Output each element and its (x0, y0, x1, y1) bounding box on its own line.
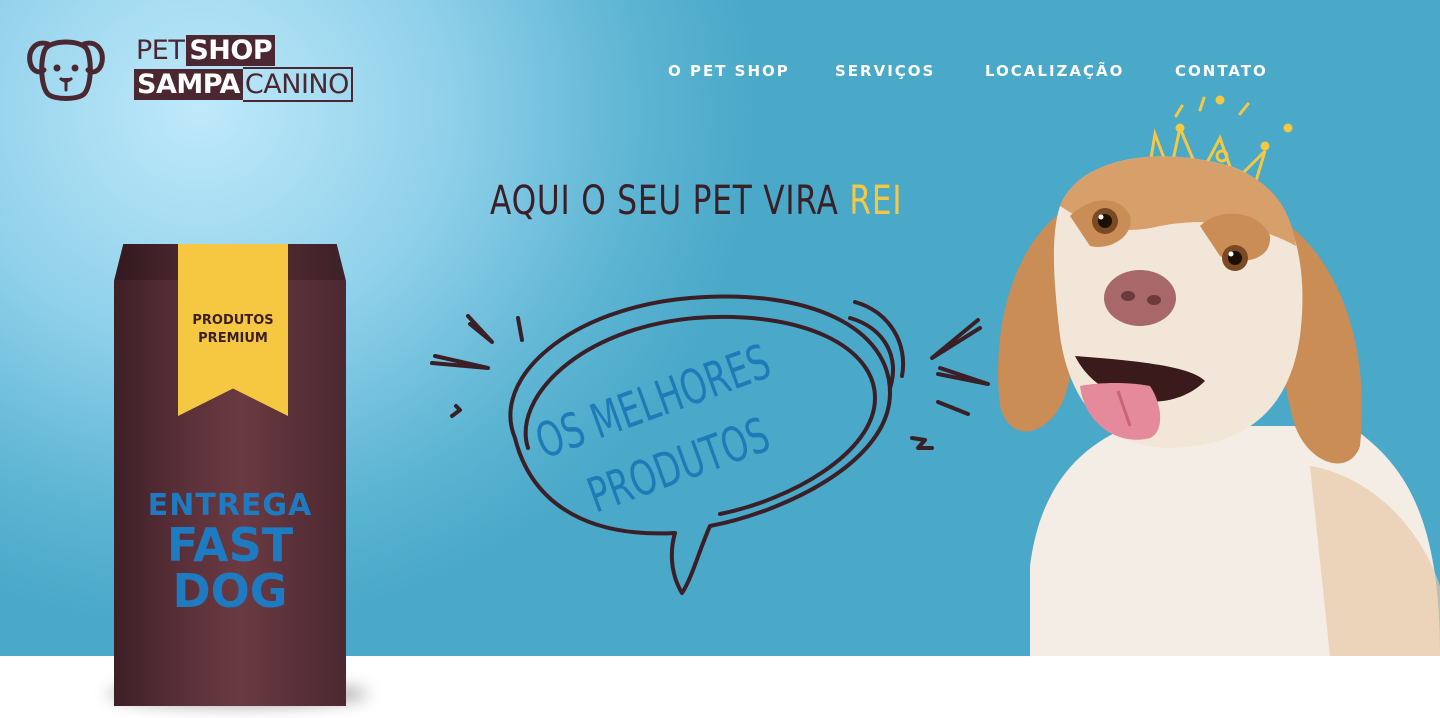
hero-headline: AQUI O SEU PET VIRA REI (490, 178, 902, 224)
nav-link-contato[interactable]: CONTATO (1175, 62, 1268, 80)
ribbon-line-2: PREMIUM (198, 331, 268, 346)
nav-link-localizacao[interactable]: LOCALIZAÇÃO (985, 62, 1124, 80)
logo-text-sampa: SAMPA (134, 69, 243, 100)
ribbon-text: PRODUTOS PREMIUM (178, 312, 288, 348)
headline-main-text: AQUI O SEU PET VIRA (490, 178, 850, 224)
nav-link-o-pet-shop[interactable]: O PET SHOP (668, 62, 790, 80)
logo-text-shop: SHOP (186, 35, 276, 66)
delivery-line-3: DOG (172, 564, 288, 618)
logo-text-pet: PET (136, 35, 185, 66)
product-bag: PRODUTOS PREMIUM ENTREGA FAST DOG (114, 244, 346, 706)
premium-ribbon: PRODUTOS PREMIUM (178, 244, 288, 416)
headline-accent-text: REI (849, 178, 903, 224)
dog-face-icon (27, 39, 105, 101)
delivery-label: ENTREGA FAST DOG (114, 490, 346, 618)
ribbon-line-1: PRODUTOS (192, 313, 274, 328)
logo-text-canino: CANINO (242, 67, 353, 102)
nav-link-servicos[interactable]: SERVIÇOS (835, 62, 935, 80)
logo-wordmark: PET SHOP SAMPA CANINO (134, 35, 353, 102)
delivery-line-2: FAST (166, 518, 294, 572)
dog-photo (998, 95, 1440, 656)
site-logo[interactable]: PET SHOP SAMPA CANINO (26, 35, 353, 104)
speech-bubble: OS MELHORES PRODUTOS (420, 288, 1010, 608)
